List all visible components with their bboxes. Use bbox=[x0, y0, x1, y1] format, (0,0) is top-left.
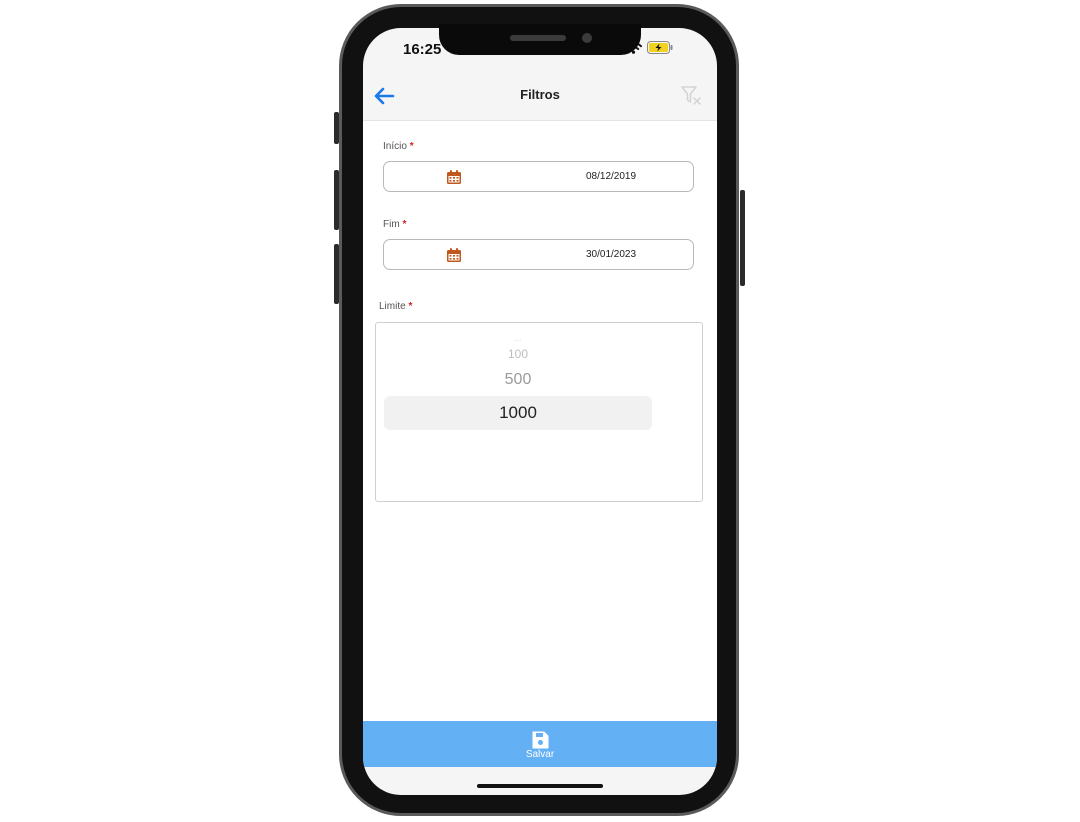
save-button[interactable]: Salvar bbox=[363, 721, 717, 767]
end-date-value: 30/01/2023 bbox=[586, 249, 637, 260]
picker-option[interactable]: 500 bbox=[376, 371, 660, 389]
app-screen: 16:25 Filtros Início * 08/12/2019 Fim * … bbox=[363, 28, 717, 795]
start-date-label: Início * bbox=[383, 141, 414, 152]
volume-down-button bbox=[334, 244, 339, 304]
limit-label: Limite * bbox=[379, 301, 413, 312]
page-title: Filtros bbox=[520, 87, 560, 102]
status-time: 16:25 bbox=[403, 41, 442, 58]
limit-picker[interactable]: ... 100 500 1000 bbox=[375, 322, 703, 502]
end-date-field[interactable]: 30/01/2023 bbox=[383, 239, 694, 270]
end-date-label: Fim * bbox=[383, 219, 407, 230]
calendar-icon bbox=[447, 248, 461, 262]
calendar-icon bbox=[447, 170, 461, 184]
volume-up-button bbox=[334, 170, 339, 230]
start-date-value: 08/12/2019 bbox=[586, 171, 637, 182]
nav-header: Filtros bbox=[363, 75, 717, 121]
power-button bbox=[740, 190, 745, 286]
mute-switch bbox=[334, 112, 339, 144]
filter-clear-icon[interactable] bbox=[679, 83, 703, 107]
front-camera bbox=[582, 33, 592, 43]
home-indicator[interactable] bbox=[477, 784, 603, 788]
filter-form: Início * 08/12/2019 Fim * 30/01/2023 Lim… bbox=[363, 121, 717, 721]
picker-option[interactable]: 100 bbox=[376, 347, 660, 361]
save-label: Salvar bbox=[525, 749, 555, 760]
speaker-grille bbox=[510, 35, 566, 41]
battery-icon bbox=[647, 41, 673, 54]
picker-option[interactable]: ... bbox=[376, 334, 660, 343]
save-icon bbox=[532, 731, 549, 749]
picker-selected-option[interactable]: 1000 bbox=[376, 403, 660, 423]
start-date-field[interactable]: 08/12/2019 bbox=[383, 161, 694, 192]
